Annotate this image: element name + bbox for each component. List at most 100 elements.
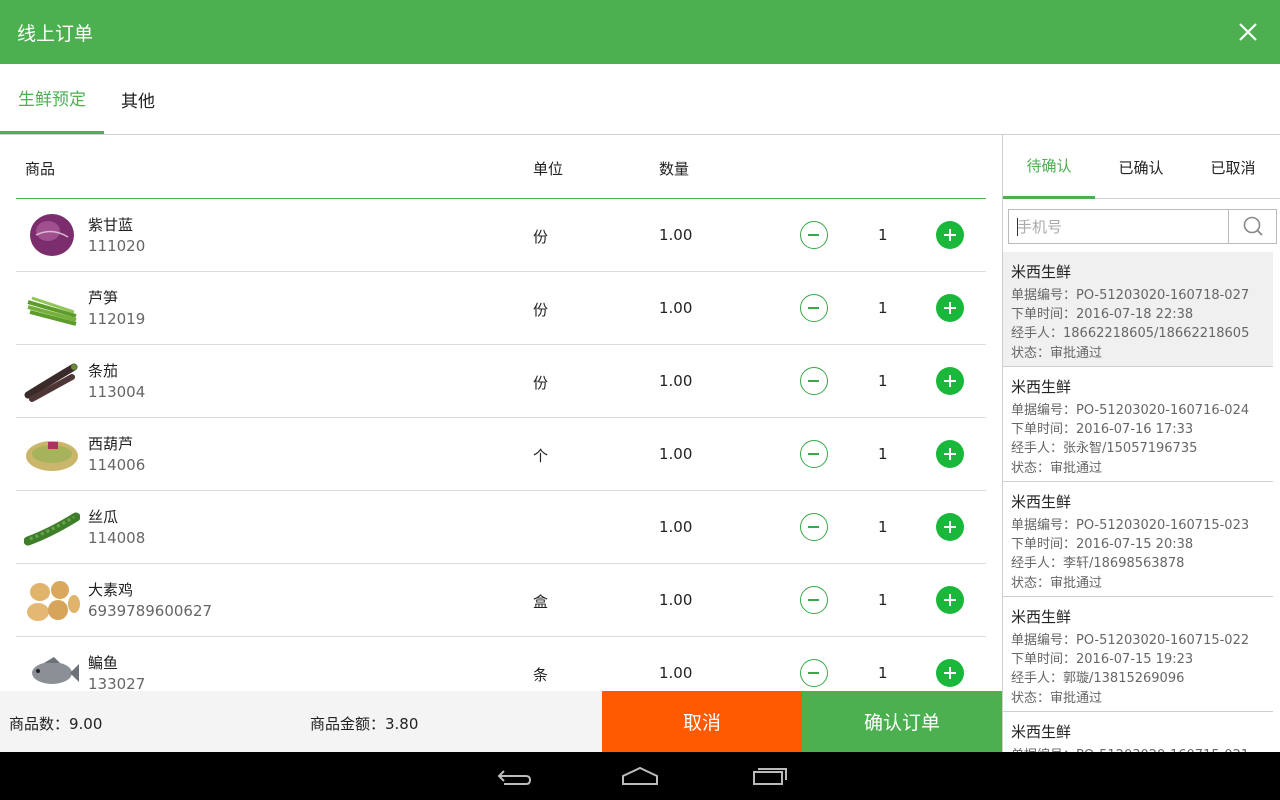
tofu-roll-image [27,581,80,621]
product-name: 西葫芦 [88,435,134,453]
item-count: 1 [878,591,888,609]
product-name: 大素鸡 [88,581,134,599]
order-card[interactable]: 米西生鲜 单据编号：PO-51203020-160718-027 下单时间：20… [1003,252,1273,367]
decrease-button[interactable] [800,367,828,395]
order-card[interactable]: 米西生鲜 单据编号：PO-51203020-160716-024 下单时间：20… [1003,367,1273,482]
product-unit: 份 [533,374,549,392]
text-caret [1017,218,1018,236]
order-number: 单据编号：PO-51203020-160718-027 [1011,288,1250,303]
product-unit: 份 [533,301,549,319]
table-row: 紫甘蓝 111020 份 1.00 1 [16,199,986,272]
product-quantity: 1.00 [659,591,693,609]
tab-fresh-reservation[interactable]: 生鲜预定 [0,64,104,134]
order-time: 下单时间：2016-07-18 22:38 [1011,307,1194,322]
product-unit: 个 [533,447,549,465]
home-icon[interactable] [620,762,660,790]
column-product: 商品 [25,160,56,178]
product-quantity: 1.00 [659,226,693,244]
increase-button[interactable] [936,221,964,249]
order-store: 米西生鲜 [1011,378,1072,396]
asparagus-image [27,296,77,326]
order-number: 单据编号：PO-51203020-160715-021 [1011,744,1249,752]
page-title: 线上订单 [17,22,94,45]
order-store: 米西生鲜 [1011,608,1072,626]
table-row: 鳊鱼 133027 条 1.00 1 [16,637,986,691]
increase-button[interactable] [936,659,964,687]
item-count: 1 [878,299,888,317]
category-tabs: 生鲜预定 其他 [0,64,1280,135]
order-status: 状态：审批通过 [1011,691,1103,706]
back-icon[interactable] [492,762,532,790]
search-button[interactable] [1228,210,1276,243]
orders-panel: 待确认 已确认 已取消 米西生鲜 单据编号：PO-51203020-160718… [1002,135,1280,752]
decrease-button[interactable] [800,221,828,249]
tab-cancelled[interactable]: 已取消 [1187,135,1279,199]
increase-button[interactable] [936,440,964,468]
phone-search-input[interactable] [1009,210,1229,243]
table-row: 芦笋 112019 份 1.00 1 [16,272,986,345]
table-header: 商品 单位 数量 [16,135,986,199]
product-quantity: 1.00 [659,445,693,463]
product-quantity: 1.00 [659,518,693,536]
tab-pending[interactable]: 待确认 [1003,135,1095,199]
order-number: 单据编号：PO-51203020-160715-023 [1011,518,1250,533]
bream-fish-image [32,657,79,684]
loofah-image [24,512,80,546]
decrease-button[interactable] [800,294,828,322]
tab-other[interactable]: 其他 [104,64,172,134]
confirm-order-button[interactable]: 确认订单 [802,691,1002,752]
product-code: 133027 [88,675,146,691]
system-nav-bar [0,752,1280,800]
item-count: 1 [878,518,888,536]
decrease-button[interactable] [800,513,828,541]
decrease-button[interactable] [800,586,828,614]
product-code: 113004 [88,383,146,401]
eggplant-image [24,363,78,402]
order-footer: 商品数：9.00 商品金额：3.80 取消 确认订单 [0,691,1002,752]
increase-button[interactable] [936,513,964,541]
column-unit: 单位 [533,160,564,178]
table-row: 大素鸡 6939789600627 盒 1.00 1 [16,564,986,637]
item-count: 1 [878,226,888,244]
column-quantity: 数量 [659,160,690,178]
order-status-tabs: 待确认 已确认 已取消 [1003,135,1280,199]
product-quantity: 1.00 [659,664,693,682]
product-quantity: 1.00 [659,372,693,390]
order-time: 下单时间：2016-07-15 20:38 [1011,537,1194,552]
order-status: 状态：审批通过 [1011,576,1103,591]
order-handler: 经手人：张永智/15057196735 [1011,441,1198,456]
order-handler: 经手人：郭璇/13815269096 [1011,671,1185,686]
tab-confirmed[interactable]: 已确认 [1095,135,1187,199]
order-store: 米西生鲜 [1011,493,1072,511]
product-table: 商品 单位 数量 紫甘蓝 111020 份 1.00 1 芦笋 112019 份… [0,135,1002,691]
product-code: 6939789600627 [88,602,213,620]
product-name: 丝瓜 [88,508,119,526]
product-unit: 份 [533,228,549,246]
order-status: 状态：审批通过 [1011,461,1103,476]
product-unit: 盒 [533,593,549,611]
cancel-button[interactable]: 取消 [602,691,802,752]
product-unit: 条 [533,666,549,684]
increase-button[interactable] [936,294,964,322]
order-store: 米西生鲜 [1011,263,1072,281]
item-count: 1 [878,372,888,390]
increase-button[interactable] [936,586,964,614]
table-row: 西葫芦 114006 个 1.00 1 [16,418,986,491]
order-card[interactable]: 米西生鲜 单据编号：PO-51203020-160715-023 下单时间：20… [1003,482,1273,597]
recents-icon[interactable] [750,762,790,790]
order-card[interactable]: 米西生鲜 单据编号：PO-51203020-160715-021 [1003,712,1273,752]
increase-button[interactable] [936,367,964,395]
decrease-button[interactable] [800,659,828,687]
close-icon[interactable] [1236,20,1260,44]
product-name: 条茄 [88,362,119,380]
product-code: 111020 [88,237,146,255]
order-card[interactable]: 米西生鲜 单据编号：PO-51203020-160715-022 下单时间：20… [1003,597,1273,712]
item-count: 1 [878,445,888,463]
table-row: 条茄 113004 份 1.00 1 [16,345,986,418]
search-icon [1243,216,1263,236]
product-code: 112019 [88,310,146,328]
product-code: 114006 [88,456,146,474]
phone-search-box [1008,209,1277,244]
decrease-button[interactable] [800,440,828,468]
product-name: 紫甘蓝 [88,216,134,234]
